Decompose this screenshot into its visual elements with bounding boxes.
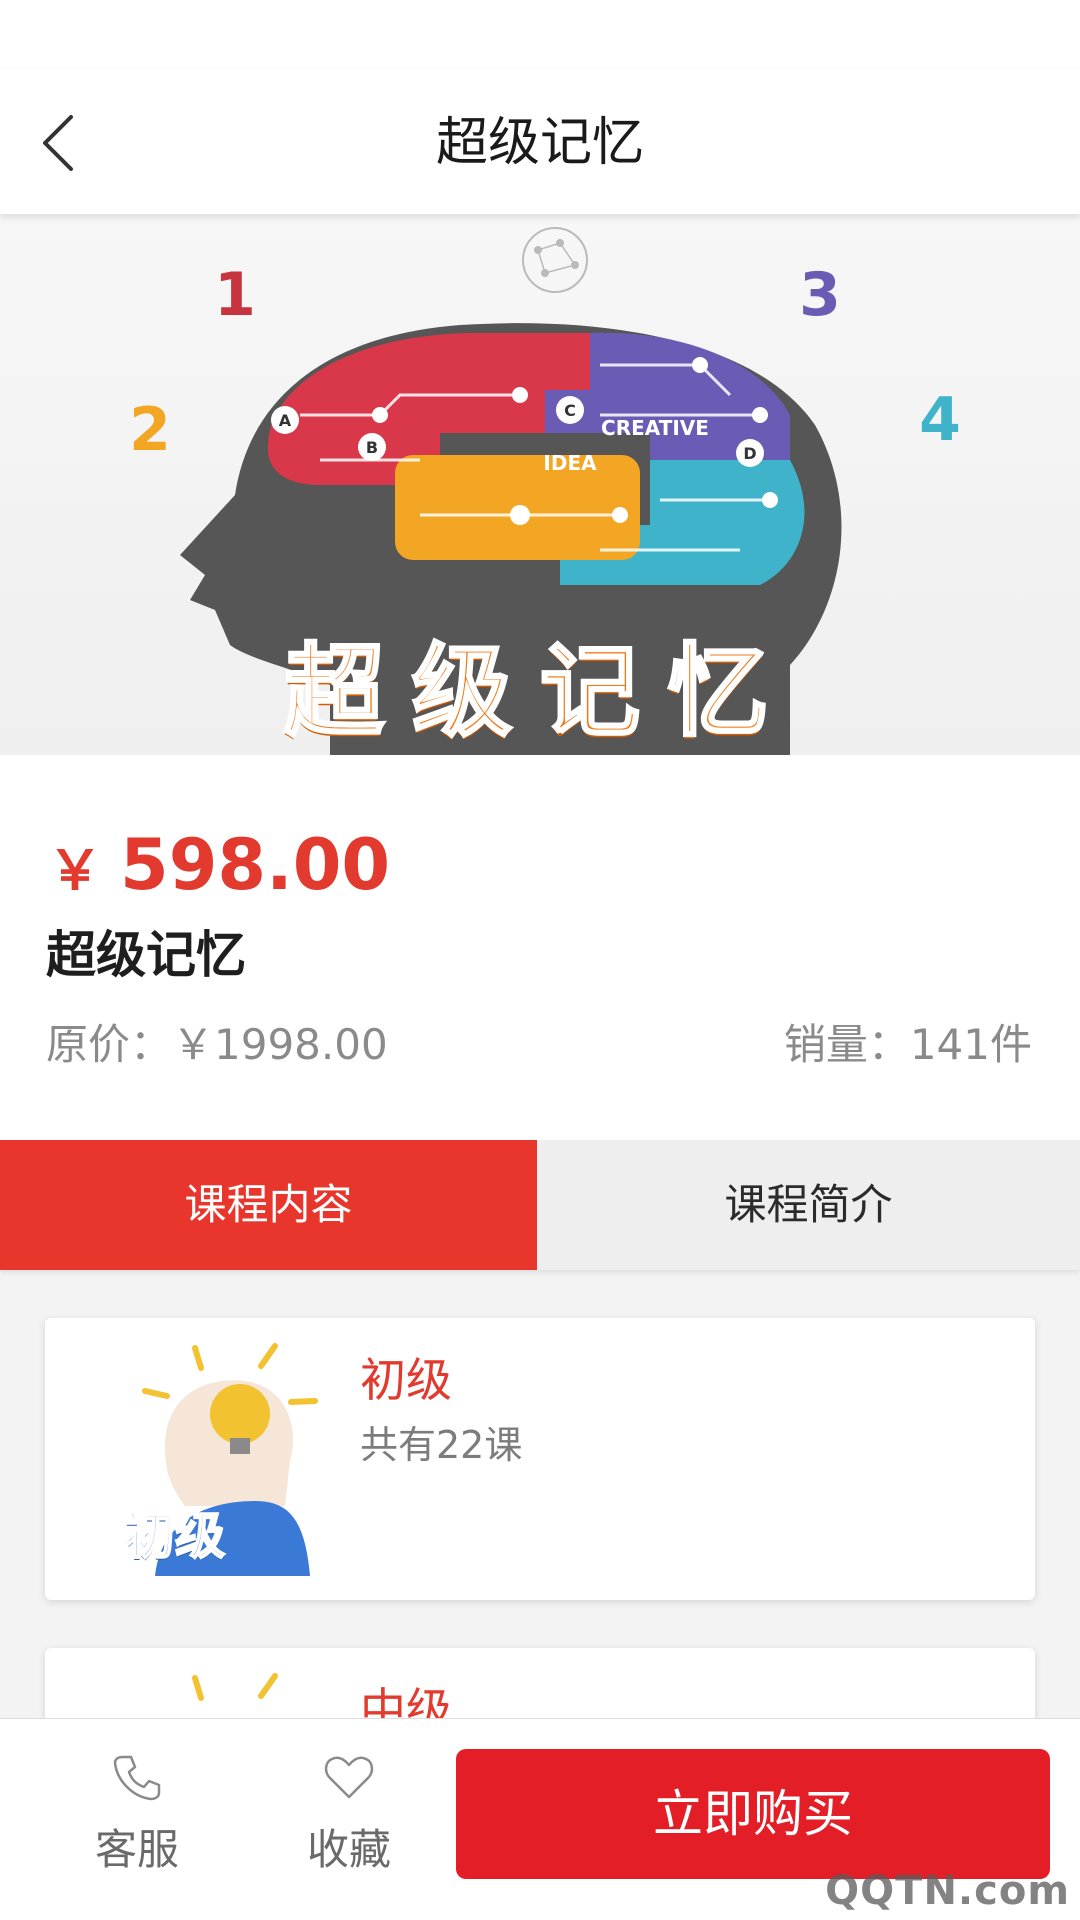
course-card[interactable]: 初级 初级 共有22课 <box>45 1318 1035 1600</box>
back-button[interactable] <box>22 108 92 178</box>
node-b-label: B <box>366 438 378 457</box>
course-level-title: 初级 <box>360 1353 452 1407</box>
status-bar <box>0 0 1080 70</box>
number-3-label: 3 <box>799 260 841 330</box>
price-value: 598.00 <box>120 824 391 906</box>
node-d-label: D <box>743 444 756 463</box>
app-header: 超级记忆 <box>0 70 1080 215</box>
learn-label: learn <box>438 526 502 551</box>
number-1-label: 1 <box>214 260 256 330</box>
sales-count: 销量：141件 <box>783 1020 1032 1069</box>
number-4-label: 4 <box>919 385 961 455</box>
chevron-left-icon <box>43 115 73 171</box>
tab-course-intro[interactable]: 课程简介 <box>537 1140 1080 1270</box>
product-info: ￥ 598.00 超级记忆 原价：￥1998.00 销量：141件 <box>0 755 1080 1140</box>
phone-icon <box>113 1755 161 1801</box>
course-banner: A B C D CREATIVE IDEA learn 1 2 3 4 超级记忆 <box>0 215 1080 755</box>
course-tabs: 课程内容 课程简介 <box>0 1140 1080 1270</box>
idea-label: IDEA <box>543 451 597 475</box>
buy-now-button[interactable]: 立即购买 <box>456 1749 1050 1879</box>
current-price: ￥ 598.00 <box>48 820 390 910</box>
favorite-label: 收藏 <box>306 1825 391 1874</box>
number-2-label: 2 <box>129 395 171 465</box>
node-a-label: A <box>279 411 292 430</box>
currency-symbol: ￥ <box>48 839 102 902</box>
level-thumb-label: 初级 <box>124 1506 226 1566</box>
tab-course-content[interactable]: 课程内容 <box>0 1140 537 1270</box>
heart-icon <box>324 1756 374 1799</box>
node-c-label: C <box>564 401 576 420</box>
lesson-count: 共有22课 <box>360 1423 523 1467</box>
creative-label: CREATIVE <box>601 416 709 440</box>
network-icon <box>522 227 588 293</box>
customer-service-label: 客服 <box>94 1825 179 1874</box>
course-detail-page: 超级记忆 A B C D CREATIVE IDEA learn 1 2 3 4… <box>0 0 1080 1920</box>
course-name: 超级记忆 <box>46 926 246 984</box>
page-title: 超级记忆 <box>435 113 644 173</box>
customer-service-button[interactable]: 客服 <box>72 1749 202 1899</box>
favorite-button[interactable]: 收藏 <box>284 1749 414 1899</box>
watermark-logo: QQTN.com <box>825 1868 1070 1914</box>
banner-caption: 超级记忆 <box>283 632 796 752</box>
original-price: 原价：￥1998.00 <box>46 1020 388 1069</box>
